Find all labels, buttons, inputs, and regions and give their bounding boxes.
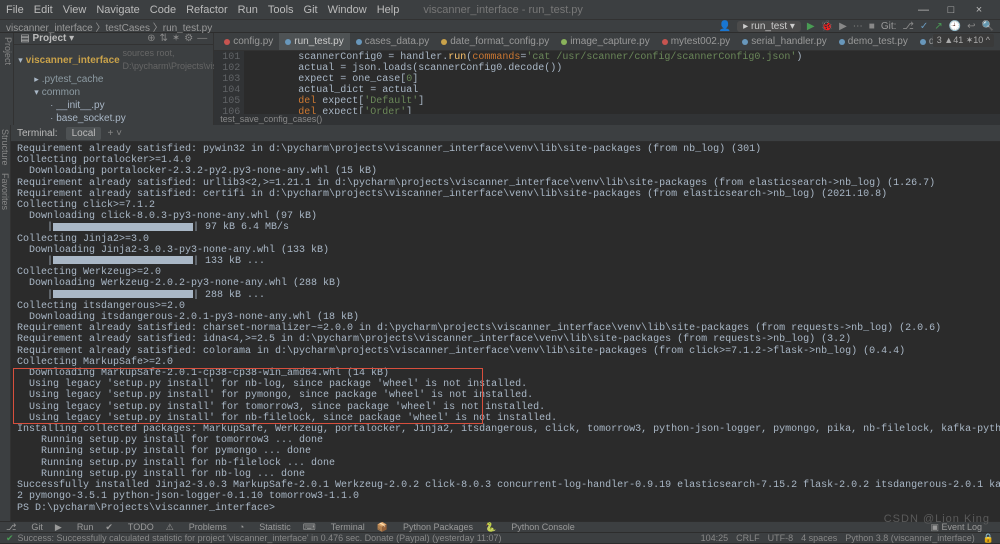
status-chip[interactable]: 4 spaces (801, 533, 837, 544)
tree-item[interactable]: ·__init__.py (14, 99, 213, 112)
watermark: CSDN @Lion King (884, 513, 990, 525)
menu-edit[interactable]: Edit (34, 4, 53, 16)
nav-bar: viscanner_interface 〉testCases 〉run_test… (0, 20, 1000, 33)
select-opened-icon[interactable]: ⊕ (147, 33, 155, 44)
toolwin-git[interactable]: ⎇Git (6, 522, 43, 533)
menu-view[interactable]: View (63, 4, 87, 16)
left-tool-strip-2[interactable]: Structure Favorites (0, 125, 11, 521)
stop-icon[interactable]: ■ (869, 21, 875, 32)
menu-bar: File Edit View Navigate Code Refactor Run Tools… (0, 0, 1000, 20)
debug-icon[interactable]: 🐞 (821, 21, 833, 32)
git-pull-icon[interactable]: ✓ (920, 21, 928, 32)
menu-refactor[interactable]: Refactor (186, 4, 228, 16)
tree-item[interactable]: ▸.pytest_cache (14, 73, 213, 86)
editor-tabs[interactable]: config.pyrun_test.pycases_data.pydate_fo… (214, 33, 1000, 51)
menu-run[interactable]: Run (238, 4, 258, 16)
terminal-tab-local[interactable]: Local (66, 127, 102, 140)
toolwin-todo[interactable]: ✔TODO (105, 522, 153, 533)
editor-tab[interactable]: serial_handler.py (736, 33, 833, 50)
editor-tab[interactable]: image_capture.py (555, 33, 656, 50)
tree-item[interactable]: ▾common (14, 86, 213, 99)
left-tool-strip[interactable]: Project (0, 33, 14, 125)
status-message: Success: Successfully calculated statist… (18, 533, 502, 543)
more-run-icon[interactable]: ⋯ (853, 21, 863, 32)
toolwin-statistic[interactable]: ◔Statistic (239, 522, 291, 532)
status-chip[interactable]: UTF-8 (768, 533, 794, 544)
tree-item[interactable]: ·base_socket.py (14, 112, 213, 125)
git-label: Git: (881, 21, 897, 32)
user-icon[interactable]: 👤 (719, 21, 731, 32)
terminal-title: Terminal: (17, 128, 58, 139)
window-controls: — □ × (918, 4, 994, 16)
search-icon[interactable]: 🔍 (982, 21, 994, 32)
line-gutter: 101102103104105106 (214, 51, 244, 114)
toolwin-python-packages[interactable]: 📦Python Packages (377, 522, 473, 533)
menu-items: File Edit View Navigate Code Refactor Run Tools… (6, 4, 409, 16)
editor-tab[interactable]: cases_data.py (350, 33, 436, 50)
menu-navigate[interactable]: Navigate (96, 4, 139, 16)
close-icon[interactable]: × (974, 4, 984, 16)
project-title: Project (32, 33, 66, 44)
project-panel: ▤ Project ▾ ⊕ ⇅ ✶ ⚙ — ▾viscanner_interfa… (14, 33, 214, 125)
editor-tab[interactable]: date_format_config.py (435, 33, 555, 50)
coverage-icon[interactable]: ▶ (839, 21, 847, 32)
tool-window-bar[interactable]: ⎇Git ▶Run ✔TODO ⚠Problems ◔Statistic ⌨Termina… (0, 521, 1000, 532)
code-editor[interactable]: scannerConfig0 = handler.run(commands='c… (244, 51, 1000, 114)
status-bar: ✔ Success: Successfully calculated stati… (0, 532, 1000, 543)
menu-code[interactable]: Code (150, 4, 176, 16)
toolwin-terminal[interactable]: ⌨Terminal (303, 522, 365, 533)
editor-tab[interactable]: demo_test.py (833, 33, 914, 50)
project-arrow-icon[interactable]: ▤ (20, 33, 29, 44)
editor-breadcrumb[interactable]: test_save_config_cases() (214, 114, 1000, 125)
menu-file[interactable]: File (6, 4, 24, 16)
status-ok-icon: ✔ (6, 533, 14, 544)
git-push-icon[interactable]: ↗ (934, 21, 942, 32)
toolwin-problems[interactable]: ⚠Problems (166, 522, 227, 533)
minimize-panel-icon[interactable]: — (197, 33, 207, 44)
run-icon[interactable]: ▶ (807, 21, 815, 32)
status-chip[interactable]: Python 3.8 (viscanner_interface) (845, 533, 975, 544)
clock-icon[interactable]: 🕘 (949, 21, 961, 32)
window-title: viscanner_interface - run_test.py (423, 4, 583, 16)
gear-icon[interactable]: ⚙ (184, 33, 193, 44)
new-terminal-icon[interactable]: + ˅ (107, 128, 121, 139)
toolwin-run[interactable]: ▶Run (55, 522, 93, 533)
menu-window[interactable]: Window (328, 4, 367, 16)
breadcrumb[interactable]: viscanner_interface 〉testCases 〉run_test… (6, 19, 212, 34)
collapse-icon[interactable]: ⇅ (159, 33, 167, 44)
run-config-selector[interactable]: ▸ run_test ▾ (737, 21, 801, 32)
inspection-ribbon[interactable]: 3 ▲41 ✶10 ^ (933, 34, 994, 47)
status-chip[interactable]: CRLF (736, 533, 760, 544)
menu-help[interactable]: Help (377, 4, 400, 16)
git-branch-icon[interactable]: ⎇ (902, 21, 914, 32)
status-chip[interactable]: 104:25 (701, 533, 729, 544)
menu-tools[interactable]: Tools (268, 4, 294, 16)
terminal-panel: Structure Favorites Terminal: Local + ˅ … (0, 125, 1000, 521)
editor-tab[interactable]: run_test.py (279, 33, 349, 50)
maximize-icon[interactable]: □ (946, 4, 956, 16)
terminal-output[interactable]: Requirement already satisfied: pywin32 i… (11, 142, 1000, 521)
ham-icon[interactable]: ↩ (967, 21, 975, 32)
toolwin-python-console[interactable]: 🐍Python Console (485, 522, 575, 533)
hide-icon[interactable]: ✶ (172, 33, 180, 44)
lock-icon[interactable]: 🔒 (983, 533, 994, 544)
editor-tab[interactable]: config.py (218, 33, 279, 50)
minimize-icon[interactable]: — (918, 4, 928, 16)
menu-git[interactable]: Git (304, 4, 318, 16)
editor-tab[interactable]: mytest002.py (656, 33, 736, 50)
